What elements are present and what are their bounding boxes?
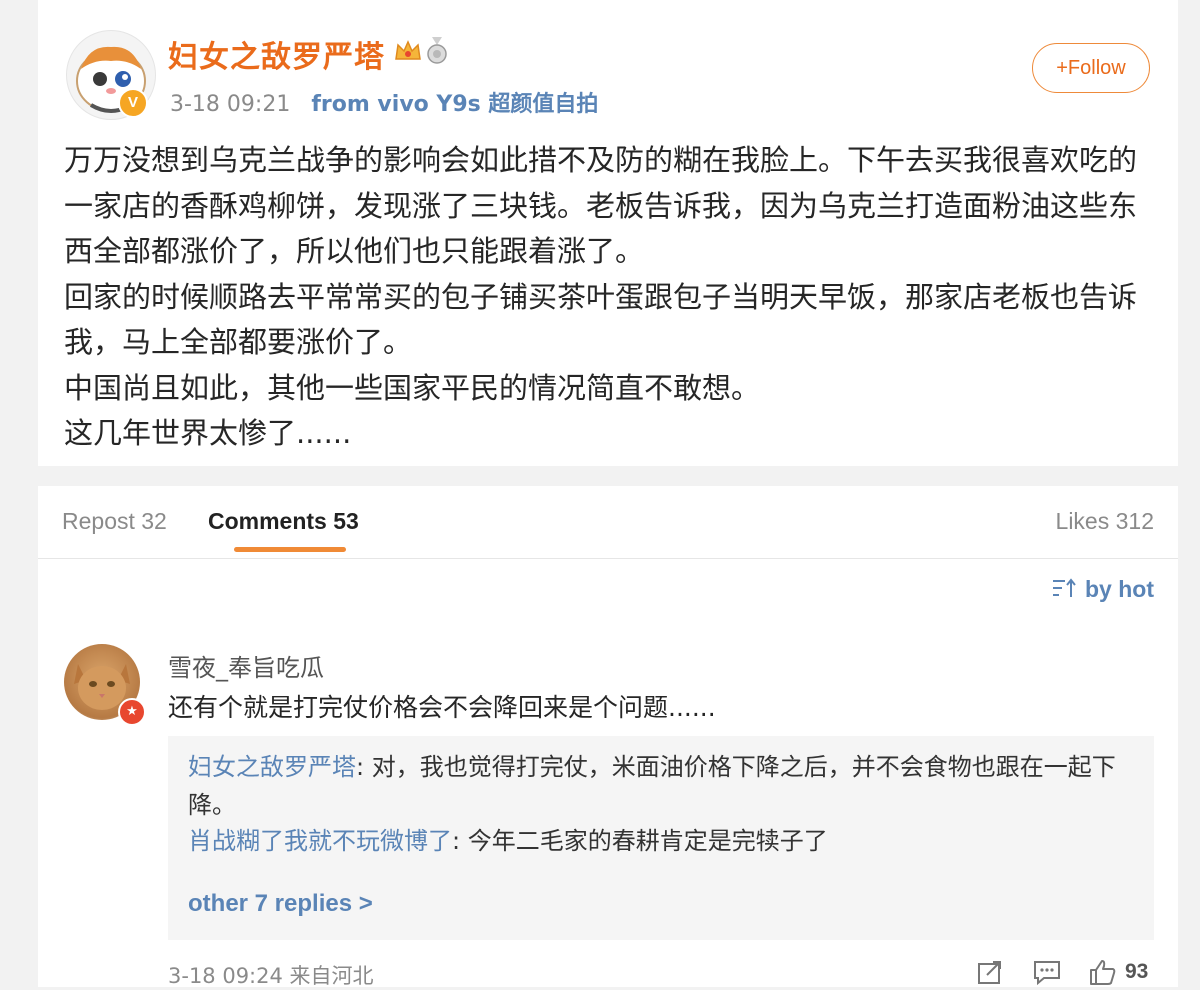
- active-tab-indicator: [234, 547, 346, 552]
- reply-author-name[interactable]: 肖战糊了我就不玩微博了: [188, 827, 452, 855]
- sort-icon: [1051, 577, 1077, 605]
- verified-badge: V: [118, 88, 148, 118]
- post-paragraph: 万万没想到乌克兰战争的影响会如此措不及防的糊在我脸上。下午去买我很喜欢吃的一家店…: [64, 143, 1138, 268]
- post-body: 万万没想到乌克兰战争的影响会如此措不及防的糊在我脸上。下午去买我很喜欢吃的一家店…: [64, 138, 1154, 457]
- follow-button[interactable]: +Follow: [1032, 43, 1150, 93]
- reply-item: 肖战糊了我就不玩微博了: 今年二毛家的春耕肯定是完犊子了: [188, 822, 1138, 860]
- tab-divider: [38, 558, 1178, 559]
- like-count: 93: [1125, 960, 1149, 983]
- reply-thread: 妇女之敌罗严塔: 对，我也觉得打完仗，米面油价格下降之后，并不会食物也跟在一起下…: [168, 736, 1154, 940]
- post-card: V 妇女之敌罗严塔 3-18 09:21 from vivo Y9s 超颜值自拍…: [38, 0, 1178, 466]
- medal-icon: [426, 37, 448, 69]
- sort-toggle[interactable]: by hot: [1051, 576, 1154, 605]
- comments-card: Repost 32 Comments 53 Likes 312 by hot ★…: [38, 486, 1178, 990]
- comment-icon[interactable]: [1032, 958, 1062, 990]
- reply-text: : 今年二毛家的春耕肯定是完犊子了: [452, 827, 828, 855]
- tab-comments[interactable]: Comments 53: [208, 508, 359, 535]
- post-source: from vivo Y9s 超颜值自拍: [311, 92, 599, 117]
- share-icon[interactable]: [976, 958, 1004, 990]
- sort-label: by hot: [1085, 576, 1154, 602]
- like-icon[interactable]: [1088, 958, 1118, 990]
- tab-likes[interactable]: Likes 312: [1056, 508, 1154, 535]
- reply-item: 妇女之敌罗严塔: 对，我也觉得打完仗，米面油价格下降之后，并不会食物也跟在一起下…: [188, 748, 1138, 824]
- post-paragraph: 中国尚且如此，其他一些国家平民的情况简直不敢想。: [64, 370, 761, 405]
- post-meta: 3-18 09:21 from vivo Y9s 超颜值自拍: [170, 86, 598, 118]
- post-author-name[interactable]: 妇女之敌罗严塔: [168, 32, 385, 76]
- comment-time: 3-18 09:24 来自河北: [168, 964, 374, 988]
- reply-author-name[interactable]: 妇女之敌罗严塔: [188, 753, 356, 781]
- post-time: 3-18 09:21: [170, 92, 291, 117]
- comment-author-name[interactable]: 雪夜_奉旨吃瓜: [168, 648, 324, 683]
- crown-icon: [394, 39, 422, 67]
- more-replies-link[interactable]: other 7 replies >: [188, 890, 373, 918]
- comment-text: 还有个就是打完仗价格会不会降回来是个问题......: [168, 693, 716, 722]
- post-paragraph: 这几年世界太惨了......: [64, 416, 352, 450]
- post-paragraph: 回家的时候顺路去平常常买的包子铺买茶叶蛋跟包子当明天早饭，那家店老板也告诉我，马…: [64, 279, 1138, 360]
- tab-repost[interactable]: Repost 32: [62, 508, 167, 535]
- commenter-badge-icon: ★: [118, 698, 146, 726]
